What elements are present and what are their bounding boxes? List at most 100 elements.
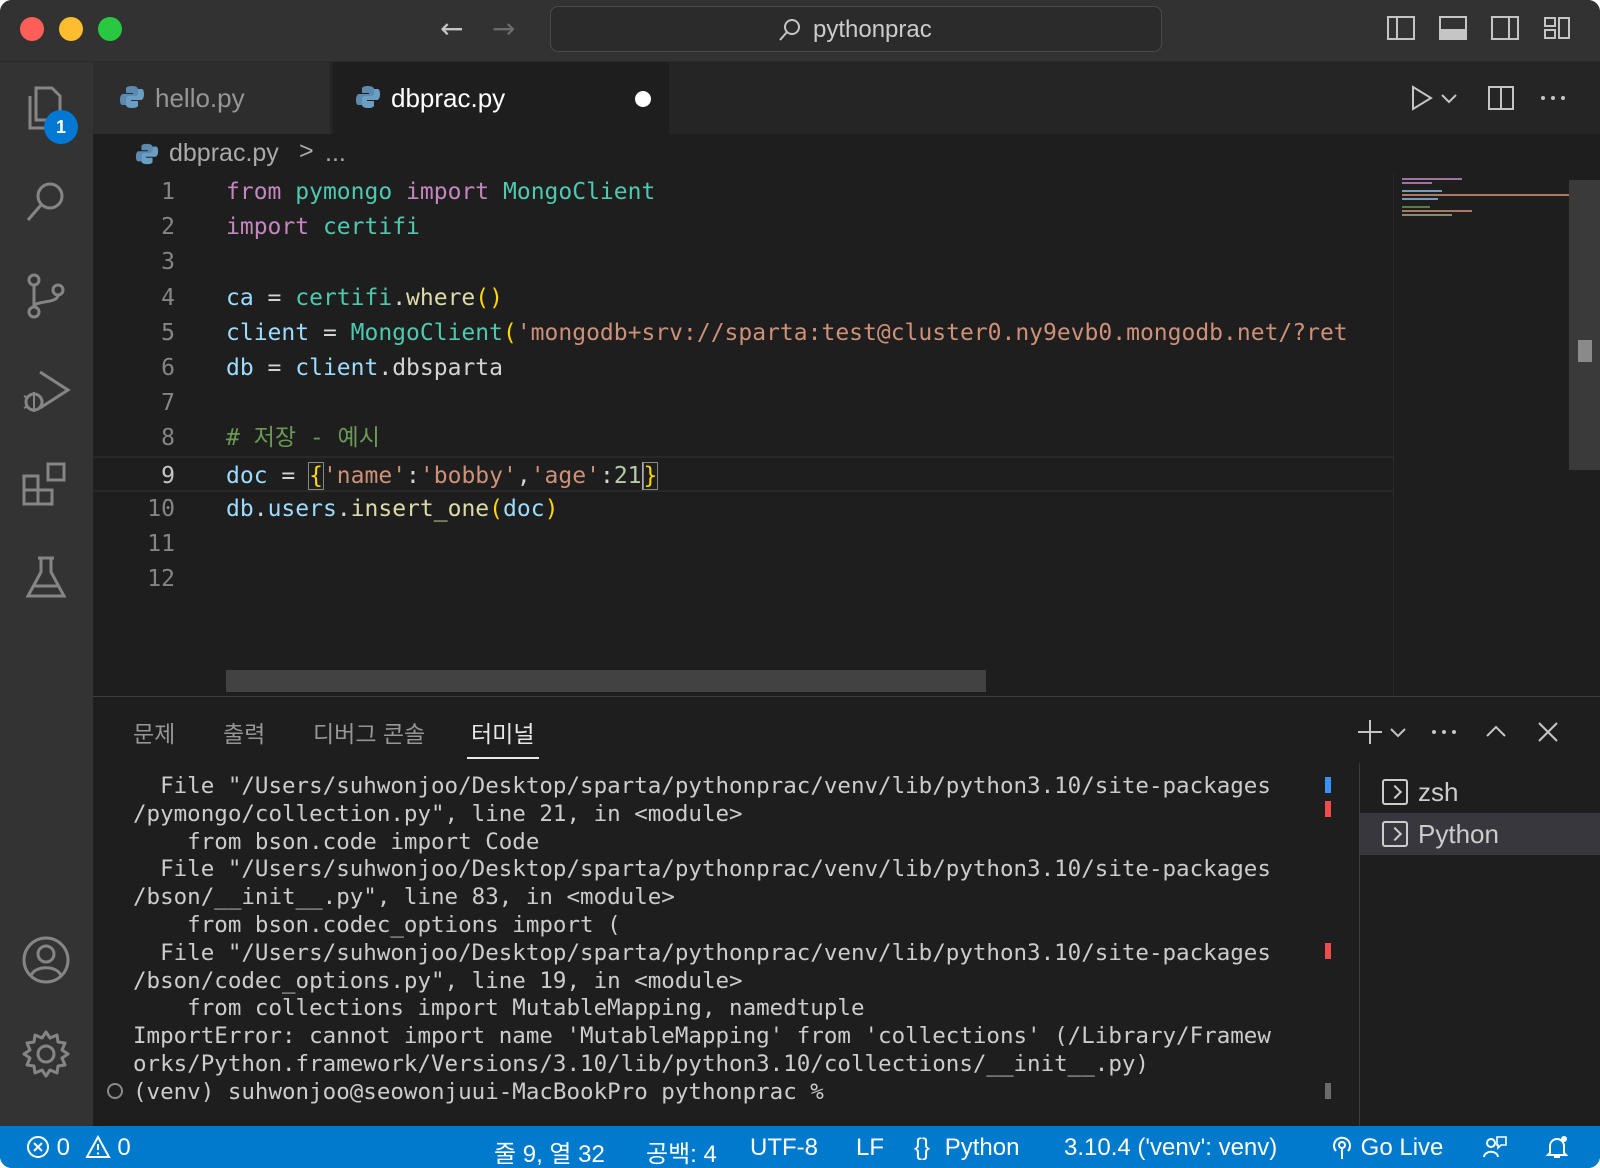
toggle-panel-icon[interactable]	[1438, 14, 1468, 42]
chevron-down-icon[interactable]	[1437, 82, 1461, 114]
code-line[interactable]: 2 import certifi	[93, 209, 1395, 245]
ruler-mark	[1325, 777, 1331, 793]
terminal-item-zsh[interactable]: zsh	[1360, 771, 1600, 813]
problems-status[interactable]: 0 0	[26, 1134, 131, 1162]
code-line[interactable]: 9 doc = {'name':'bobby','age':21}	[93, 455, 1395, 492]
ruler-mark	[1325, 943, 1331, 959]
terminal-line: from collections import MutableMapping, …	[133, 995, 865, 1022]
minimap-line	[1402, 182, 1432, 184]
extensions-icon[interactable]	[20, 458, 72, 510]
toggle-primary-sidebar-icon[interactable]	[1386, 14, 1416, 42]
python-interpreter[interactable]: 3.10.4 ('venv': venv)	[1064, 1134, 1277, 1162]
indentation[interactable]: 공백: 4	[646, 1134, 717, 1168]
chevron-down-icon[interactable]	[1387, 717, 1409, 747]
explorer-badge: 1	[44, 110, 78, 144]
back-arrow-icon[interactable]: ←	[440, 14, 463, 44]
code-text: client = MongoClient('mongodb+srv://spar…	[226, 319, 1348, 346]
run-and-debug-icon[interactable]	[20, 364, 72, 416]
ruler-mark	[1325, 801, 1331, 817]
go-live-button[interactable]: Go Live	[1330, 1134, 1443, 1162]
minimap-line	[1402, 194, 1570, 196]
search-icon	[779, 19, 800, 41]
vertical-scrollbar-thumb[interactable]	[1569, 180, 1600, 470]
language-label: Python	[944, 1134, 1020, 1161]
more-actions-icon[interactable]	[1429, 717, 1459, 747]
code-line[interactable]: 4 ca = certifi.where()	[93, 280, 1395, 316]
code-text: import certifi	[226, 214, 420, 241]
tab-label: dbprac.py	[391, 83, 506, 113]
maximize-window-button[interactable]	[98, 17, 122, 41]
search-icon[interactable]	[20, 176, 72, 228]
tab-problems[interactable]: 문제	[133, 715, 175, 749]
error-icon	[27, 1136, 49, 1158]
maximize-panel-chevron-up-icon[interactable]	[1481, 717, 1511, 747]
testing-flask-icon[interactable]	[20, 552, 72, 604]
line-number: 3	[161, 249, 175, 276]
feedback-icon[interactable]	[1482, 1134, 1508, 1160]
code-line[interactable]: 5 client = MongoClient('mongodb+srv://spa…	[93, 315, 1395, 351]
code-line[interactable]: 6 db = client.dbsparta	[93, 350, 1395, 386]
command-center-search[interactable]: pythonprac	[550, 6, 1162, 52]
code-line[interactable]: 12	[93, 561, 1395, 597]
toggle-secondary-sidebar-icon[interactable]	[1490, 14, 1520, 42]
code-line[interactable]: 11	[93, 526, 1395, 562]
code-line[interactable]: 10 db.users.insert_one(doc)	[93, 491, 1395, 527]
customize-layout-icon[interactable]	[1542, 14, 1572, 42]
python-file-icon	[120, 86, 144, 108]
tab-terminal[interactable]: 터미널	[471, 715, 534, 749]
new-terminal-plus-icon[interactable]	[1355, 717, 1385, 747]
terminal-line: ImportError: cannot import name 'Mutable…	[133, 1023, 1271, 1050]
terminal-line: (venv) suhwonjoo@seowonjuui-MacBookPro p…	[133, 1078, 824, 1105]
split-editor-icon[interactable]	[1485, 82, 1517, 114]
code-text: ca = certifi.where()	[226, 284, 503, 311]
tab-output[interactable]: 출력	[223, 715, 265, 749]
forward-arrow-icon[interactable]: →	[492, 14, 515, 44]
settings-gear-icon[interactable]	[20, 1028, 72, 1080]
code-line[interactable]: 1 from pymongo import MongoClient	[93, 174, 1395, 210]
code-line[interactable]: 8 # 저장 - 예시	[93, 420, 1395, 456]
cursor-position[interactable]: 줄 9, 열 32	[494, 1134, 605, 1168]
source-control-icon[interactable]	[20, 270, 72, 322]
close-window-button[interactable]	[20, 17, 44, 41]
tab-debug-console[interactable]: 디버그 콘솔	[313, 715, 425, 749]
minimize-window-button[interactable]	[59, 17, 83, 41]
breadcrumb-symbols[interactable]: ...	[325, 139, 346, 168]
code-text: db.users.insert_one(doc)	[226, 495, 559, 522]
more-actions-icon[interactable]	[1537, 82, 1569, 114]
accounts-icon[interactable]	[20, 934, 72, 986]
end-of-line[interactable]: LF	[856, 1134, 884, 1162]
code-line[interactable]: 3	[93, 244, 1395, 280]
warning-icon	[85, 1134, 111, 1158]
horizontal-scrollbar[interactable]	[226, 670, 986, 692]
tab-dbprac-py[interactable]: dbprac.py	[333, 62, 669, 134]
terminal-icon	[1382, 821, 1408, 847]
command-decoration-icon[interactable]	[107, 1083, 123, 1099]
terminal-line: /bson/__init__.py", line 83, in <module>	[133, 884, 675, 911]
language-mode[interactable]: {} Python	[914, 1134, 1019, 1162]
terminal-label: Python	[1418, 819, 1499, 849]
python-file-icon	[356, 86, 380, 108]
code-line[interactable]: 7	[93, 385, 1395, 421]
tab-hello-py[interactable]: hello.py	[93, 62, 331, 134]
code-editor[interactable]: 12 11 10 db.users.insert_one(doc) 9 doc = {'n…	[93, 174, 1395, 696]
terminal-output[interactable]: File "/Users/suhwonjoo/Desktop/sparta/py…	[133, 773, 1308, 1121]
line-number: 10	[147, 495, 175, 522]
bottom-panel: 문제 출력 디버그 콘솔 터미널 File "/Users/suhwonjoo/…	[93, 696, 1600, 1127]
breadcrumb-separator: >	[299, 137, 314, 165]
notifications-bell-icon[interactable]	[1544, 1134, 1570, 1160]
tab-label: hello.py	[155, 83, 245, 113]
unsaved-changes-dot[interactable]	[635, 91, 651, 107]
code-text: from pymongo import MongoClient	[226, 179, 656, 205]
search-text: pythonprac	[813, 16, 932, 43]
terminal-item-python[interactable]: Python	[1360, 813, 1600, 855]
terminal-line: File "/Users/suhwonjoo/Desktop/sparta/py…	[133, 939, 1271, 966]
encoding[interactable]: UTF-8	[750, 1134, 818, 1162]
terminal-line: File "/Users/suhwonjoo/Desktop/sparta/py…	[133, 856, 1271, 883]
close-panel-icon[interactable]	[1533, 717, 1563, 747]
line-number: 8	[161, 425, 175, 452]
run-python-file-icon[interactable]	[1405, 82, 1437, 114]
minimap[interactable]	[1393, 174, 1570, 696]
terminal-line: orks/Python.framework/Versions/3.10/lib/…	[133, 1050, 1149, 1077]
line-number: 12	[147, 566, 175, 593]
breadcrumb-file[interactable]: dbprac.py	[169, 139, 279, 168]
